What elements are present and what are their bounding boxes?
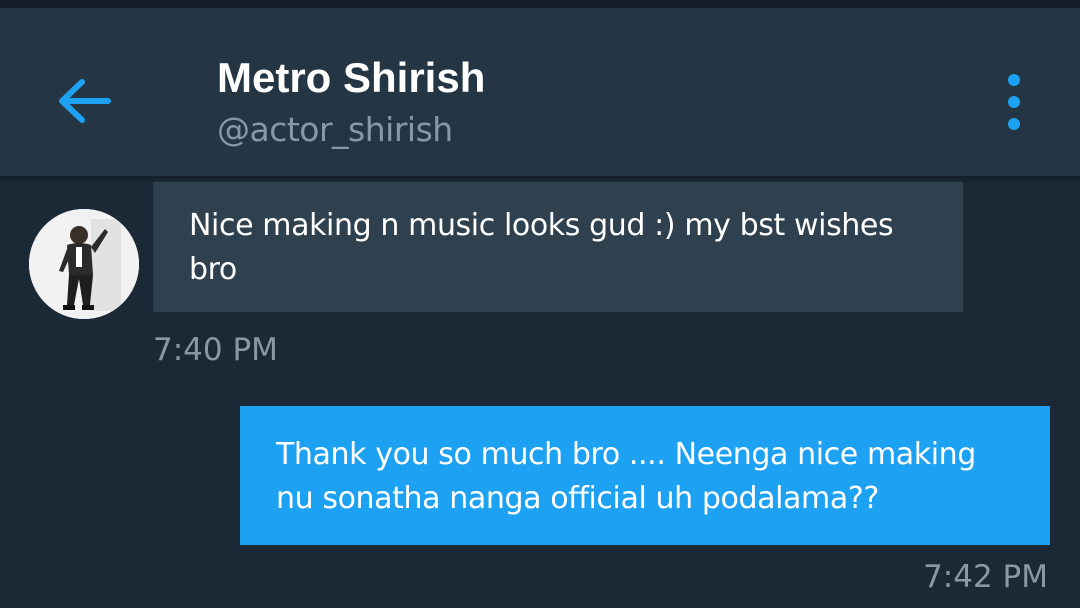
message-list[interactable]: Nice making n music looks gud :) my bst … (0, 182, 1080, 608)
conversation-handle: @actor_shirish (217, 110, 453, 149)
message-text: Nice making n music looks gud :) my bst … (189, 208, 894, 287)
status-bar-edge (0, 0, 1080, 8)
message-timestamp: 7:40 PM (153, 332, 278, 368)
message-text: Thank you so much bro .... Neenga nice m… (276, 437, 976, 516)
profile-photo (29, 209, 139, 319)
avatar[interactable] (29, 209, 139, 319)
message-bubble-received[interactable]: Nice making n music looks gud :) my bst … (153, 182, 963, 312)
message-bubble-sent[interactable]: Thank you so much bro .... Neenga nice m… (240, 406, 1050, 545)
more-vertical-icon (1008, 74, 1020, 130)
conversation-header: Metro Shirish @actor_shirish (0, 8, 1080, 176)
arrow-left-icon (59, 79, 111, 123)
conversation-title: Metro Shirish (217, 54, 486, 101)
back-button[interactable] (50, 70, 120, 132)
message-timestamp: 7:42 PM (923, 559, 1048, 595)
more-options-button[interactable] (994, 70, 1034, 134)
